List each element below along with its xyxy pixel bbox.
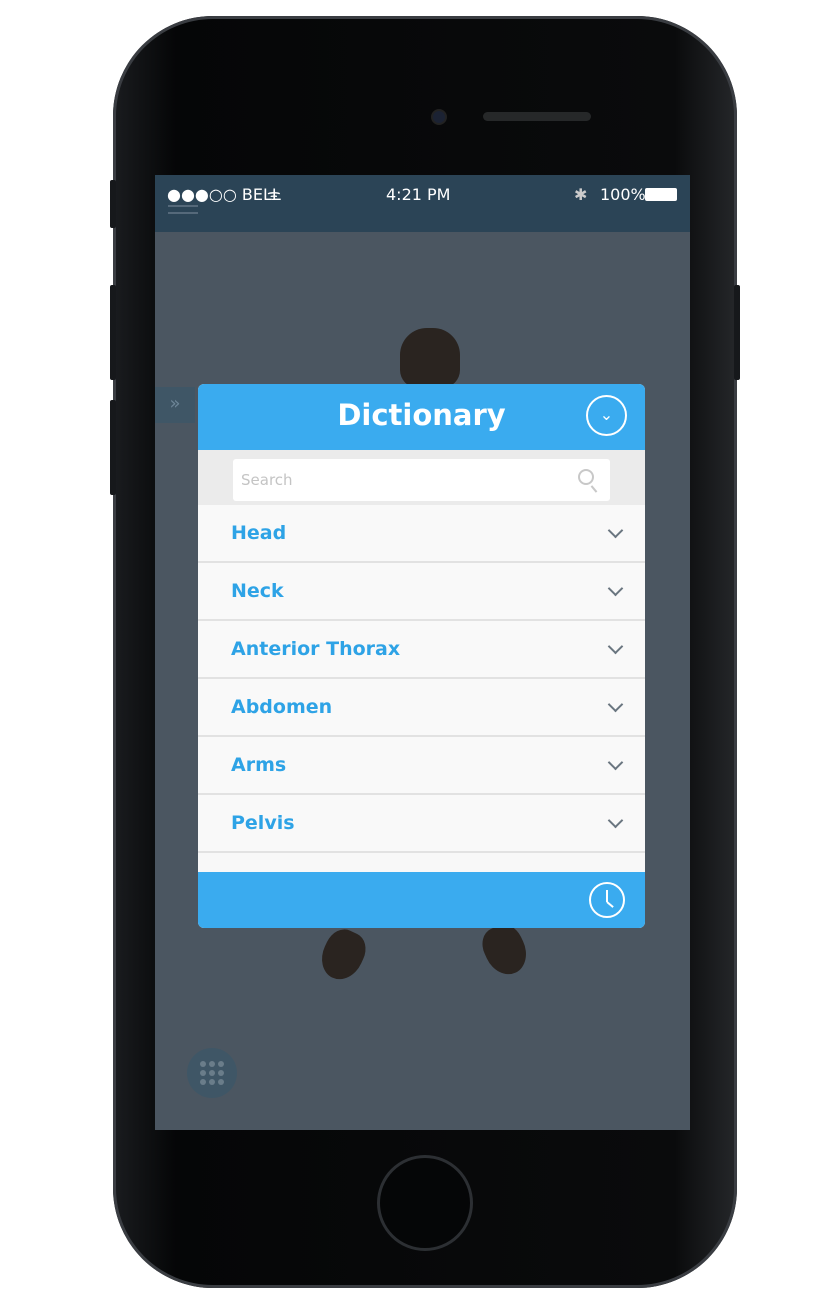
list-item-arms[interactable]: Arms — [198, 737, 645, 795]
body-model-head — [400, 328, 460, 388]
battery-icon — [645, 188, 677, 201]
collapse-chevron-icon[interactable]: ⌄ — [586, 395, 627, 436]
home-button[interactable] — [377, 1155, 473, 1251]
apps-grid-button[interactable] — [187, 1048, 237, 1098]
list-item-label: Head — [231, 522, 287, 544]
front-camera — [431, 109, 447, 125]
list-item-label: Pelvis — [231, 812, 295, 834]
search-input[interactable] — [233, 459, 610, 501]
list-item-label: Anterior Thorax — [231, 638, 401, 660]
dialog-header: Dictionary ⌄ — [198, 384, 645, 450]
list-item-anterior-thorax[interactable]: Anterior Thorax — [198, 621, 645, 679]
menu-icon[interactable] — [168, 205, 198, 219]
chevron-down-icon — [607, 522, 624, 538]
list-item-neck[interactable]: Neck — [198, 563, 645, 621]
list-item-label: Arms — [231, 754, 287, 776]
clock: 4:21 PM — [386, 185, 451, 204]
carrier-signal: ●●●○○ BELL — [167, 185, 281, 204]
list-item-abdomen[interactable]: Abdomen — [198, 679, 645, 737]
status-bar: ●●●○○ BELL ᯤ 4:21 PM ✱ 100% — [155, 175, 690, 232]
chevron-down-icon — [607, 696, 624, 712]
chevron-down-icon — [607, 754, 624, 770]
wifi-icon: ᯤ — [267, 186, 281, 204]
bluetooth-icon: ✱ — [574, 185, 588, 204]
volume-up-button — [110, 285, 116, 380]
chevron-down-icon — [607, 580, 624, 596]
body-model-foot-right — [476, 918, 534, 982]
history-icon[interactable] — [589, 882, 625, 918]
dialog-title: Dictionary — [337, 398, 506, 432]
battery-percent: 100% — [600, 185, 646, 204]
list-item-pelvis[interactable]: Pelvis — [198, 795, 645, 853]
search-bar — [198, 450, 645, 505]
search-icon[interactable] — [578, 469, 594, 485]
dictionary-list: Head Neck Anterior Thorax Abdomen Arms P… — [198, 505, 645, 853]
list-item-label: Neck — [231, 580, 284, 602]
volume-down-button — [110, 400, 116, 495]
dialog-footer — [198, 872, 645, 928]
earpiece-speaker — [483, 112, 591, 121]
expand-panel-button[interactable]: » — [155, 387, 195, 423]
list-item-head[interactable]: Head — [198, 505, 645, 563]
mute-switch — [110, 180, 116, 228]
chevron-down-icon — [607, 638, 624, 654]
chevron-down-icon — [607, 812, 624, 828]
list-item-label: Abdomen — [231, 696, 333, 718]
body-model-foot-left — [314, 923, 372, 987]
dictionary-dialog: Dictionary ⌄ Head Neck Anterior Thorax A… — [198, 384, 645, 928]
power-button — [734, 285, 740, 380]
